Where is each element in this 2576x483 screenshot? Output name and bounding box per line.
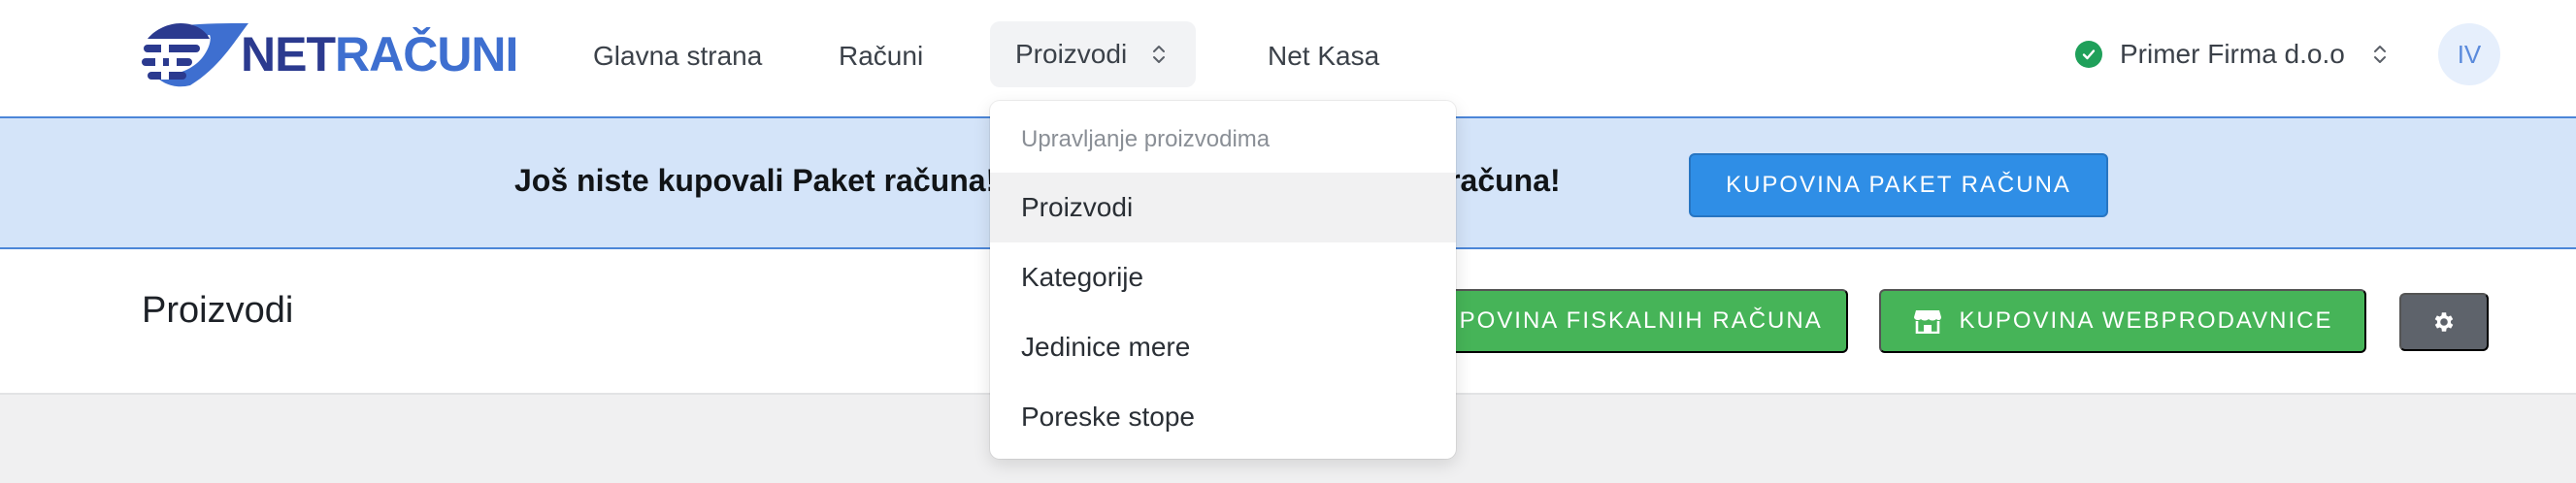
- nav-link-racuni[interactable]: Računi: [839, 33, 923, 80]
- dropdown-item-proizvodi[interactable]: Proizvodi: [990, 173, 1456, 242]
- store-icon: [1913, 308, 1942, 334]
- dropdown-item-poreske-stope[interactable]: Poreske stope: [990, 382, 1456, 452]
- gear-icon: [2434, 312, 2454, 332]
- buy-fiscal-invoices-button[interactable]: KUPOVINA FISKALNIH RAČUNA: [1398, 289, 1848, 353]
- logo-mark-icon: [142, 23, 248, 87]
- company-name: Primer Firma d.o.o: [2120, 39, 2345, 69]
- proizvodi-dropdown-menu: Upravljanje proizvodima Proizvodi Katego…: [990, 101, 1456, 459]
- nav-dropdown-proizvodi[interactable]: Proizvodi: [990, 21, 1196, 87]
- logo-racuni-text: RAČUNI: [335, 27, 518, 81]
- buy-webshop-label: KUPOVINA WEBPRODAVNICE: [1959, 307, 2333, 334]
- buy-fiscal-invoices-label: KUPOVINA FISKALNIH RAČUNA: [1423, 307, 1823, 334]
- chevron-up-down-icon: [2373, 46, 2386, 63]
- buy-invoice-package-button[interactable]: KUPOVINA PAKET RAČUNA: [1689, 153, 2108, 217]
- nav-link-net-kasa[interactable]: Net Kasa: [1268, 33, 1379, 80]
- buy-webshop-button[interactable]: KUPOVINA WEBPRODAVNICE: [1879, 289, 2366, 353]
- netracuni-logo[interactable]: NETRAČUNI: [142, 19, 518, 89]
- dropdown-item-kategorije[interactable]: Kategorije: [990, 242, 1456, 312]
- nav-proizvodi-label: Proizvodi: [1015, 39, 1128, 69]
- settings-button[interactable]: [2399, 293, 2489, 351]
- nav-link-home[interactable]: Glavna strana: [593, 33, 762, 80]
- logo-wordmark: NETRAČUNI: [241, 27, 518, 81]
- page-title: Proizvodi: [142, 290, 294, 331]
- check-circle-icon: [2075, 41, 2102, 68]
- user-avatar[interactable]: IV: [2438, 23, 2500, 85]
- dropdown-item-jedinice-mere[interactable]: Jedinice mere: [990, 312, 1456, 382]
- chevron-up-down-icon: [1153, 46, 1165, 63]
- logo-net-text: NET: [241, 27, 336, 81]
- company-selector[interactable]: Primer Firma d.o.o: [2075, 33, 2388, 76]
- dropdown-section-header: Upravljanje proizvodima: [1021, 126, 1271, 152]
